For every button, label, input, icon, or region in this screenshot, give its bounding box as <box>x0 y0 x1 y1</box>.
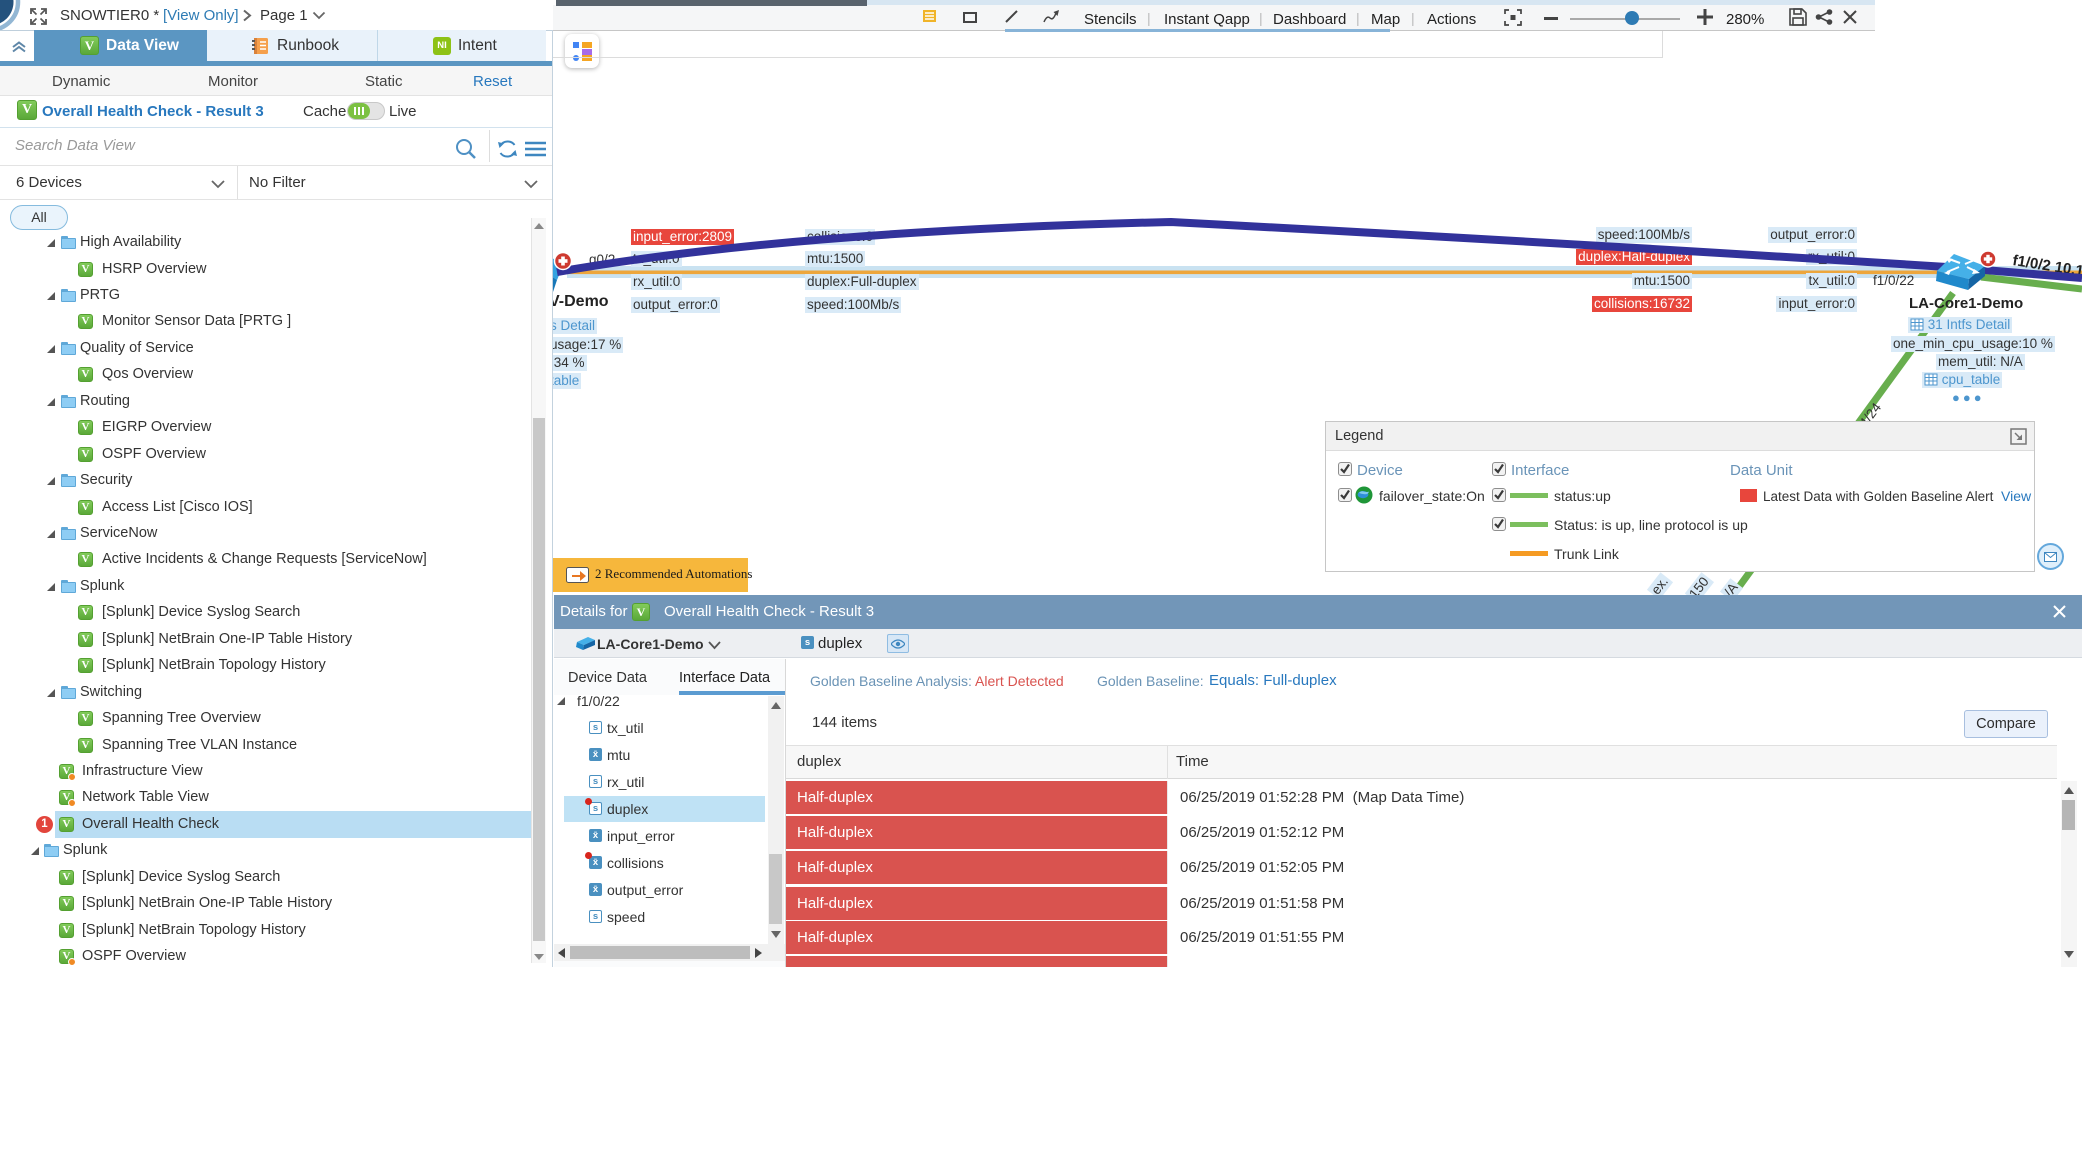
svg-text:g0/2: g0/2 <box>589 252 615 267</box>
